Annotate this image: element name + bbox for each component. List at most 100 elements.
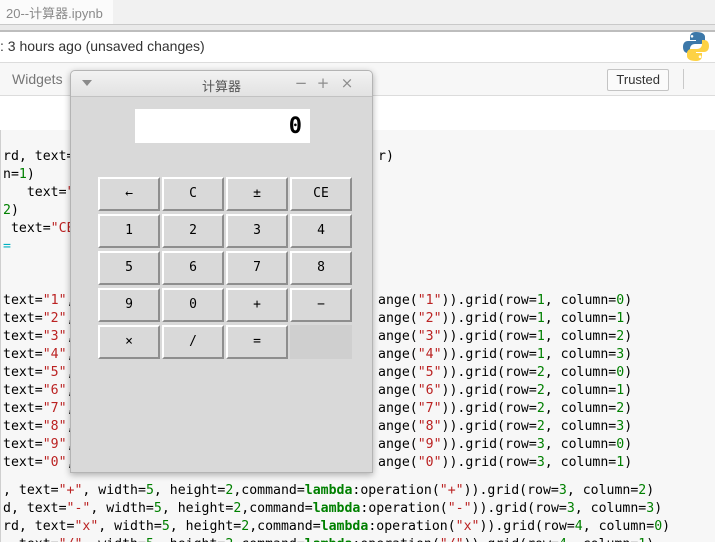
code-token: )).grid(row= <box>463 483 559 498</box>
code-token: ) <box>26 167 35 182</box>
calc-button-sign-toggle[interactable]: ± <box>226 177 288 211</box>
code-token: , column= <box>544 329 617 344</box>
code-token: ,command= <box>233 483 305 498</box>
calc-button-digit-3[interactable]: 3 <box>226 214 288 248</box>
code-token: 1 <box>536 293 545 308</box>
calc-button-clear-entry[interactable]: CE <box>290 177 352 211</box>
code-token: text= <box>3 365 43 380</box>
calc-button-digit-2[interactable]: 2 <box>162 214 224 248</box>
code-token: )).grid(row= <box>441 311 537 326</box>
calc-button-digit-9[interactable]: 9 <box>98 288 160 322</box>
calc-button-digit-5[interactable]: 5 <box>98 251 160 285</box>
code-token: :operation( <box>352 483 440 498</box>
calc-button-backspace[interactable]: ← <box>98 177 160 211</box>
code-token: "x" <box>455 519 480 534</box>
code-token: d, text= <box>3 501 67 516</box>
code-token: "8" <box>417 419 442 434</box>
code-token: ) <box>624 365 633 380</box>
code-token: "5" <box>417 365 442 380</box>
code-line: text="1", <box>3 292 74 310</box>
code-token: )).grid(row= <box>441 347 537 362</box>
code-line: text="0", <box>3 454 74 472</box>
calculator-titlebar[interactable]: 计算器 − + × <box>71 71 372 97</box>
calc-button-plus[interactable]: + <box>226 288 288 322</box>
code-token: 3 <box>536 455 545 470</box>
trusted-badge[interactable]: Trusted <box>607 69 669 91</box>
code-token: 2 <box>536 365 545 380</box>
calc-button-digit-1[interactable]: 1 <box>98 214 160 248</box>
code-token: , column= <box>544 365 617 380</box>
code-token: ) <box>10 203 19 218</box>
code-token: "9" <box>417 437 442 452</box>
code-token: "6" <box>417 383 442 398</box>
code-token: "1" <box>42 293 67 308</box>
calc-button-divide[interactable]: / <box>162 325 224 359</box>
code-token: 3 <box>536 437 545 452</box>
code-token: , column= <box>544 293 617 308</box>
code-line: ange("4")).grid(row=1, column=3) <box>378 346 632 364</box>
calculator-body: 0 ← C ± CE 1 2 3 4 5 6 7 8 9 0 + − × / = <box>71 97 372 472</box>
calc-button-digit-4[interactable]: 4 <box>290 214 352 248</box>
maximize-icon[interactable]: + <box>314 75 332 93</box>
code-token: ,command= <box>241 501 313 516</box>
code-token: "5" <box>42 365 67 380</box>
menu-item-widgets[interactable]: Widgets <box>12 71 63 87</box>
code-token: , column= <box>567 537 638 542</box>
code-line: text="4", <box>3 346 74 364</box>
code-token: )).grid(row= <box>441 455 537 470</box>
minimize-icon[interactable]: − <box>292 75 310 93</box>
code-token: )).grid(row= <box>441 437 537 452</box>
code-line: ange("7")).grid(row=2, column=2) <box>378 400 632 418</box>
calc-button-multiply[interactable]: × <box>98 325 160 359</box>
code-token: ange( <box>378 383 418 398</box>
code-line: ange("2")).grid(row=1, column=1) <box>378 310 632 328</box>
calculator-window[interactable]: 计算器 − + × 0 ← C ± CE 1 2 3 4 5 6 7 8 9 0 + − × / = <box>70 70 373 473</box>
calc-button-equals[interactable]: = <box>226 325 288 359</box>
code-token: 1 <box>616 311 625 326</box>
calculator-keypad: ← C ± CE 1 2 3 4 5 6 7 8 9 0 + − × / = <box>98 177 352 359</box>
code-token: ) <box>624 329 633 344</box>
code-token: , column= <box>544 455 617 470</box>
code-line: text="7", <box>3 400 74 418</box>
code-token: 3 <box>616 419 625 434</box>
code-token: text= <box>3 437 43 452</box>
browser-tab[interactable]: 20--计算器.ipynb <box>0 0 113 25</box>
code-token: 3 <box>646 501 655 516</box>
code-token: ange( <box>378 311 418 326</box>
code-line: , text="+", width=5, height=2,command=la… <box>3 482 654 500</box>
code-token: n= <box>3 167 19 182</box>
code-token: "2" <box>42 311 67 326</box>
code-token: 0 <box>654 519 663 534</box>
code-token: , height= <box>153 483 226 498</box>
code-line: ange("1")).grid(row=1, column=0) <box>378 292 632 310</box>
code-token: "/" <box>59 537 83 542</box>
calc-button-digit-7[interactable]: 7 <box>226 251 288 285</box>
code-token: , column= <box>574 501 647 516</box>
code-line: ange("8")).grid(row=2, column=3) <box>378 418 632 436</box>
close-icon[interactable]: × <box>338 75 356 93</box>
code-token: , column= <box>544 311 617 326</box>
code-token: , column= <box>544 419 617 434</box>
calc-button-digit-8[interactable]: 8 <box>290 251 352 285</box>
code-token: "+" <box>58 483 83 498</box>
code-token: 0 <box>616 365 625 380</box>
calc-button-minus[interactable]: − <box>290 288 352 322</box>
calc-button-digit-0[interactable]: 0 <box>162 288 224 322</box>
code-token: text= <box>3 185 67 200</box>
code-token: )).grid(row= <box>441 365 537 380</box>
code-token: )).grid(row= <box>441 383 537 398</box>
code-token: , column= <box>544 437 617 452</box>
code-line: ange("6")).grid(row=2, column=1) <box>378 382 632 400</box>
code-token: r) <box>378 149 394 164</box>
code-token: 3 <box>558 483 567 498</box>
code-token: )).grid(row= <box>441 329 537 344</box>
calc-button-digit-6[interactable]: 6 <box>162 251 224 285</box>
code-token: , width= <box>82 483 146 498</box>
code-token: lambda <box>304 483 353 498</box>
code-token: ange( <box>378 365 418 380</box>
code-line: 2) <box>3 202 19 220</box>
code-token: ) <box>654 501 663 516</box>
calc-button-clear[interactable]: C <box>162 177 224 211</box>
code-line: ange("5")).grid(row=2, column=0) <box>378 364 632 382</box>
calculator-display[interactable]: 0 <box>135 109 310 143</box>
